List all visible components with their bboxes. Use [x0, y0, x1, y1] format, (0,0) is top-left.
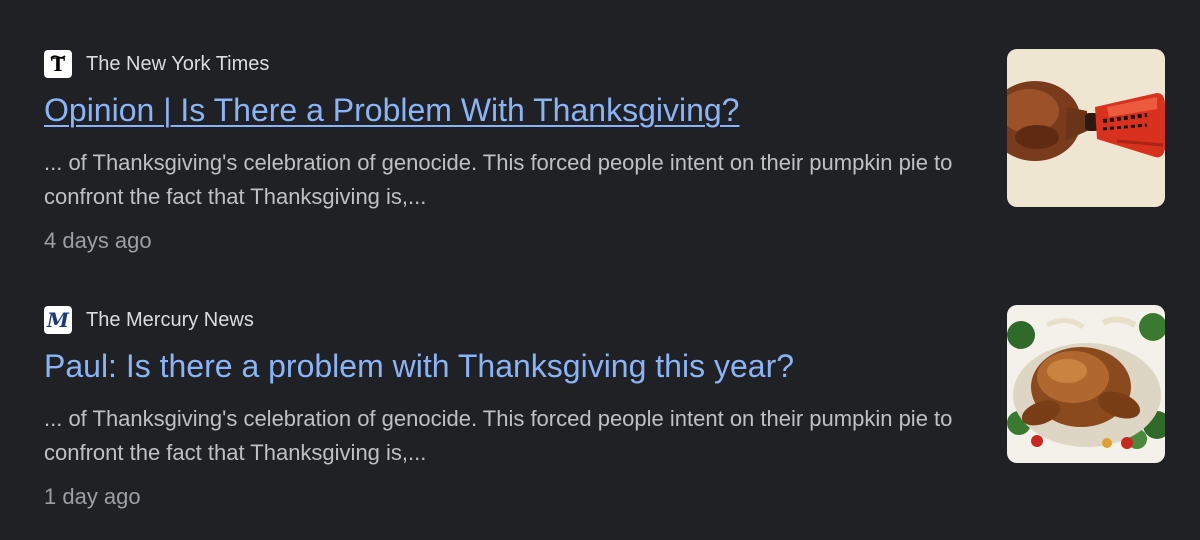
result-source[interactable]: T The New York Times	[44, 50, 269, 78]
search-result: M The Mercury News Paul: Is there a prob…	[0, 256, 1200, 512]
roast-turkey-platter-image[interactable]	[1007, 305, 1165, 463]
source-name: The Mercury News	[86, 308, 254, 331]
result-title-link[interactable]: Opinion | Is There a Problem With Thanks…	[44, 90, 739, 130]
nyt-logo-icon: T	[44, 50, 72, 78]
turkey-leg-in-oven-mitt-image[interactable]	[1007, 49, 1165, 207]
result-age: 4 days ago	[44, 228, 152, 253]
result-title-link[interactable]: Paul: Is there a problem with Thanksgivi…	[44, 346, 794, 386]
mercury-news-logo-icon: M	[44, 306, 72, 334]
source-name: The New York Times	[86, 52, 270, 75]
result-snippet: ... of Thanksgiving's celebration of gen…	[44, 406, 953, 465]
search-result: T The New York Times Opinion | Is There …	[0, 0, 1200, 256]
svg-text:M: M	[46, 309, 70, 331]
result-age: 1 day ago	[44, 484, 141, 509]
result-snippet: ... of Thanksgiving's celebration of gen…	[44, 150, 953, 209]
result-source[interactable]: M The Mercury News	[44, 306, 254, 334]
